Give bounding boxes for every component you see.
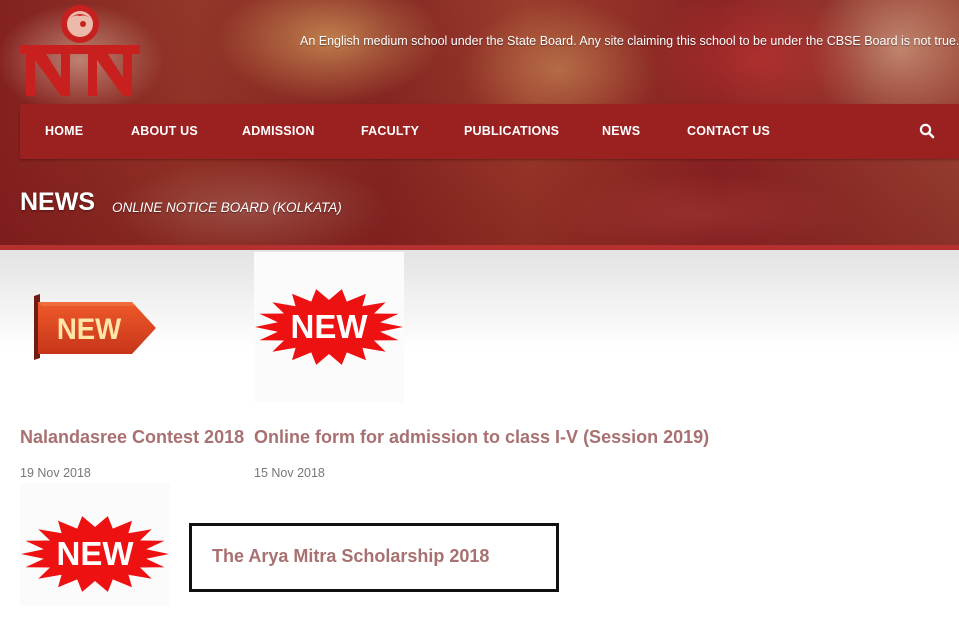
news-item-2-thumbnail[interactable]: NEW [254,252,404,402]
logo-icon [20,5,140,96]
nav-about-us[interactable]: ABOUT US [131,104,198,159]
news-item-1-thumbnail[interactable]: NEW [32,292,158,362]
news-item-2-title[interactable]: Online form for admission to class I-V (… [254,427,709,448]
nav-news[interactable]: NEWS [602,104,640,159]
search-icon[interactable] [918,122,936,140]
starburst-badge-text: NEW [291,308,369,345]
ribbon-badge-text: NEW [57,313,122,346]
school-logo[interactable] [18,2,142,98]
nav-admission[interactable]: ADMISSION [242,104,315,159]
news-item-1-date: 19 Nov 2018 [20,466,91,480]
page-subtitle: ONLINE NOTICE BOARD (KOLKATA) [112,200,342,215]
nav-faculty[interactable]: FACULTY [361,104,419,159]
new-starburst-icon: NEW [255,289,403,365]
news-item-3-thumbnail[interactable]: NEW [20,483,170,606]
news-item-1-title[interactable]: Nalandasree Contest 2018 [20,427,244,448]
new-starburst-icon: NEW [21,516,169,592]
starburst-badge-text: NEW [57,535,135,572]
page-title: NEWS [20,188,95,216]
news-item-3-title[interactable]: The Arya Mitra Scholarship 2018 [212,546,489,567]
news-item-2-date: 15 Nov 2018 [254,466,325,480]
nav-publications[interactable]: PUBLICATIONS [464,104,559,159]
nav-contact-us[interactable]: CONTACT US [687,104,770,159]
board-disclaimer: An English medium school under the State… [300,34,959,48]
new-ribbon-icon: NEW [34,294,156,360]
nav-home[interactable]: HOME [45,104,83,159]
news-item-3-card: The Arya Mitra Scholarship 2018 [189,523,559,592]
main-navigation: HOME ABOUT US ADMISSION FACULTY PUBLICAT… [20,104,959,159]
